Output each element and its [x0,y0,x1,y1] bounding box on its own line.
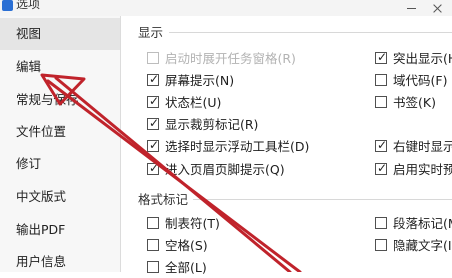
checkbox[interactable] [147,261,159,273]
checkbox-checked[interactable]: ✓ [147,161,160,175]
checkmark-icon: ✓ [149,138,160,152]
options-panel: 显示 启动时展开任务窗格(R) ✓ 屏幕提示(N) ✓ 状态栏(U) ✓ 显示裁… [121,16,452,275]
sidebar-item-file-location[interactable]: 文件位置 [0,116,120,148]
sidebar-item-chinese-layout[interactable]: 中文版式 [0,181,120,213]
close-button[interactable] [428,1,452,15]
checkbox[interactable] [375,74,387,86]
checkmark-icon: ✓ [149,161,160,175]
checkbox[interactable] [375,96,387,108]
checkbox-checked[interactable]: ✓ [375,161,388,175]
checkmark-icon: ✓ [377,50,388,64]
sidebar-item-user-info[interactable]: 用户信息 [0,246,120,278]
sidebar-item-revision[interactable]: 修订 [0,148,120,180]
display-section-title: 显示 [138,25,164,40]
window-title: 选项 [16,0,41,11]
display-section-divider [169,32,452,33]
checkbox-checked[interactable]: ✓ [147,72,160,86]
checkbox-checked[interactable]: ✓ [147,116,160,130]
checkmark-icon: ✓ [149,94,160,108]
checkbox[interactable] [147,52,159,64]
minimize-button[interactable] [398,1,424,15]
sidebar-item-view[interactable]: 视图 [0,18,120,50]
sidebar: 视图 编辑 常规与保存 文件位置 修订 中文版式 输出PDF 用户信息 [0,16,121,272]
sidebar-item-edit[interactable]: 编辑 [0,51,120,83]
checkbox-checked[interactable]: ✓ [147,138,160,152]
checkbox[interactable] [375,217,387,229]
checkmark-icon: ✓ [149,72,160,86]
format-marks-section-title: 格式标记 [138,192,189,207]
sidebar-item-output-pdf[interactable]: 输出PDF [0,214,120,246]
checkbox[interactable] [375,239,387,251]
sidebar-item-general-save[interactable]: 常规与保存 [0,84,120,116]
checkbox[interactable] [147,217,159,229]
app-icon [2,0,13,11]
format-marks-section-divider [193,199,452,200]
checkbox-checked[interactable]: ✓ [147,94,160,108]
checkmark-icon: ✓ [377,138,388,152]
checkmark-icon: ✓ [377,161,388,175]
checkbox-checked[interactable]: ✓ [375,138,388,152]
checkbox-checked[interactable]: ✓ [375,50,388,64]
checkmark-icon: ✓ [149,116,160,130]
title-bar: 选项 [0,0,452,16]
checkbox[interactable] [147,239,159,251]
